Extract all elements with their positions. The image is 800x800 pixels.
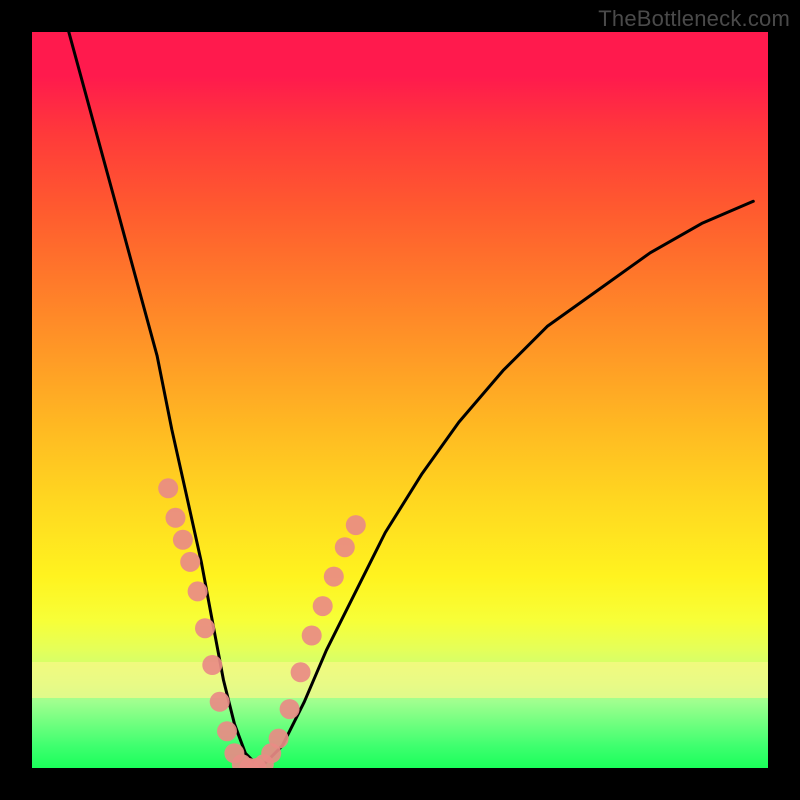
- data-marker: [158, 478, 178, 498]
- data-marker: [269, 729, 289, 749]
- data-marker: [195, 618, 215, 638]
- data-marker: [313, 596, 333, 616]
- data-marker: [324, 567, 344, 587]
- data-marker: [335, 537, 355, 557]
- data-marker: [188, 581, 208, 601]
- plot-area: [32, 32, 768, 768]
- data-marker: [217, 721, 237, 741]
- chart-frame: TheBottleneck.com: [0, 0, 800, 800]
- attribution-label: TheBottleneck.com: [598, 6, 790, 32]
- data-marker: [291, 662, 311, 682]
- data-marker: [202, 655, 222, 675]
- data-marker: [173, 530, 193, 550]
- data-marker: [166, 508, 186, 528]
- data-marker: [180, 552, 200, 572]
- data-marker: [346, 515, 366, 535]
- data-marker: [302, 626, 322, 646]
- data-marker: [280, 699, 300, 719]
- bottleneck-curve: [69, 32, 754, 768]
- data-marker: [210, 692, 230, 712]
- curve-layer: [32, 32, 768, 768]
